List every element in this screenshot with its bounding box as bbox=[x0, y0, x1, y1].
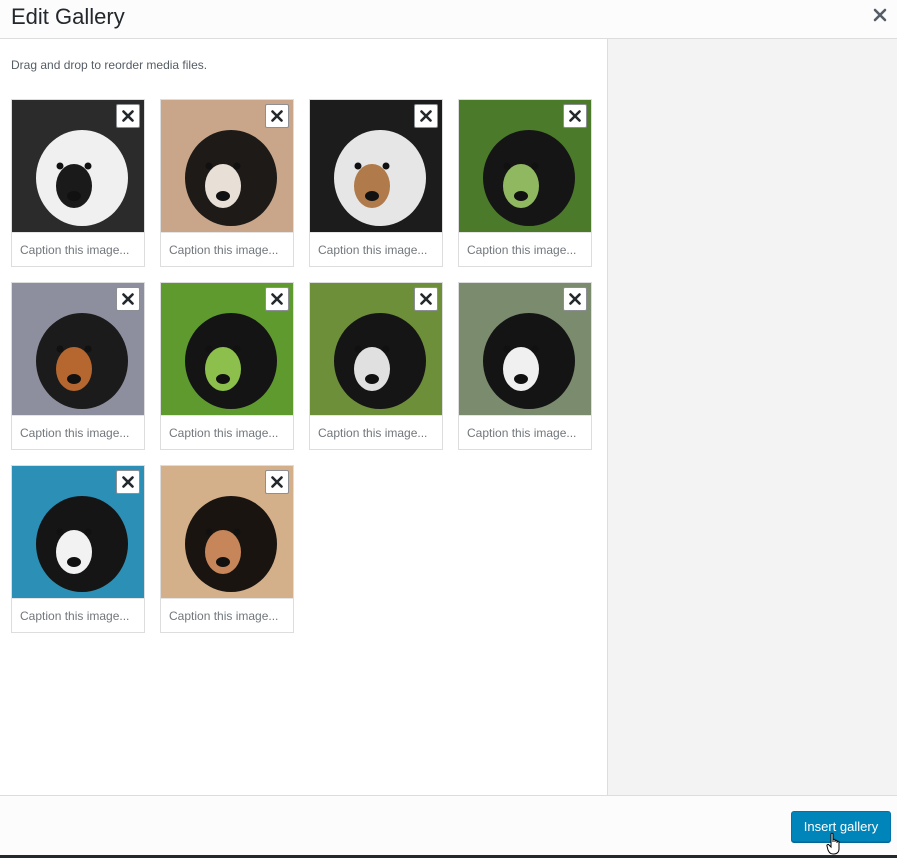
caption-input[interactable] bbox=[459, 415, 591, 449]
caption-input[interactable] bbox=[310, 415, 442, 449]
close-icon bbox=[122, 110, 134, 122]
close-icon bbox=[420, 293, 432, 305]
caption-input[interactable] bbox=[12, 232, 144, 266]
remove-image-button[interactable] bbox=[563, 287, 587, 311]
caption-input[interactable] bbox=[161, 232, 293, 266]
close-button[interactable] bbox=[869, 4, 891, 26]
close-icon bbox=[122, 476, 134, 488]
remove-image-button[interactable] bbox=[414, 287, 438, 311]
gallery-item[interactable] bbox=[160, 465, 294, 633]
gallery-item[interactable] bbox=[458, 99, 592, 267]
remove-image-button[interactable] bbox=[265, 287, 289, 311]
close-icon bbox=[122, 293, 134, 305]
close-icon bbox=[569, 110, 581, 122]
close-icon bbox=[569, 293, 581, 305]
gallery-settings-sidebar bbox=[608, 39, 897, 795]
modal-title: Edit Gallery bbox=[11, 4, 125, 29]
gallery-item[interactable] bbox=[160, 282, 294, 450]
caption-input[interactable] bbox=[161, 598, 293, 632]
gallery-panel: Drag and drop to reorder media files. bbox=[0, 39, 608, 795]
remove-image-button[interactable] bbox=[265, 104, 289, 128]
gallery-item[interactable] bbox=[309, 282, 443, 450]
reorder-instructions: Drag and drop to reorder media files. bbox=[11, 58, 208, 72]
gallery-item[interactable] bbox=[309, 99, 443, 267]
remove-image-button[interactable] bbox=[414, 104, 438, 128]
caption-input[interactable] bbox=[12, 598, 144, 632]
close-icon bbox=[271, 110, 283, 122]
caption-input[interactable] bbox=[12, 415, 144, 449]
close-icon bbox=[420, 110, 432, 122]
gallery-item[interactable] bbox=[458, 282, 592, 450]
close-icon bbox=[271, 476, 283, 488]
caption-input[interactable] bbox=[161, 415, 293, 449]
remove-image-button[interactable] bbox=[563, 104, 587, 128]
caption-input[interactable] bbox=[310, 232, 442, 266]
gallery-item[interactable] bbox=[11, 282, 145, 450]
modal-footer: Insert gallery bbox=[0, 795, 897, 855]
close-icon bbox=[873, 8, 887, 22]
remove-image-button[interactable] bbox=[116, 104, 140, 128]
modal-header: Edit Gallery bbox=[0, 0, 897, 39]
caption-input[interactable] bbox=[459, 232, 591, 266]
gallery-item[interactable] bbox=[160, 99, 294, 267]
hand-cursor-icon bbox=[826, 832, 840, 855]
gallery-item[interactable] bbox=[11, 99, 145, 267]
remove-image-button[interactable] bbox=[116, 470, 140, 494]
remove-image-button[interactable] bbox=[265, 470, 289, 494]
close-icon bbox=[271, 293, 283, 305]
remove-image-button[interactable] bbox=[116, 287, 140, 311]
gallery-item[interactable] bbox=[11, 465, 145, 633]
